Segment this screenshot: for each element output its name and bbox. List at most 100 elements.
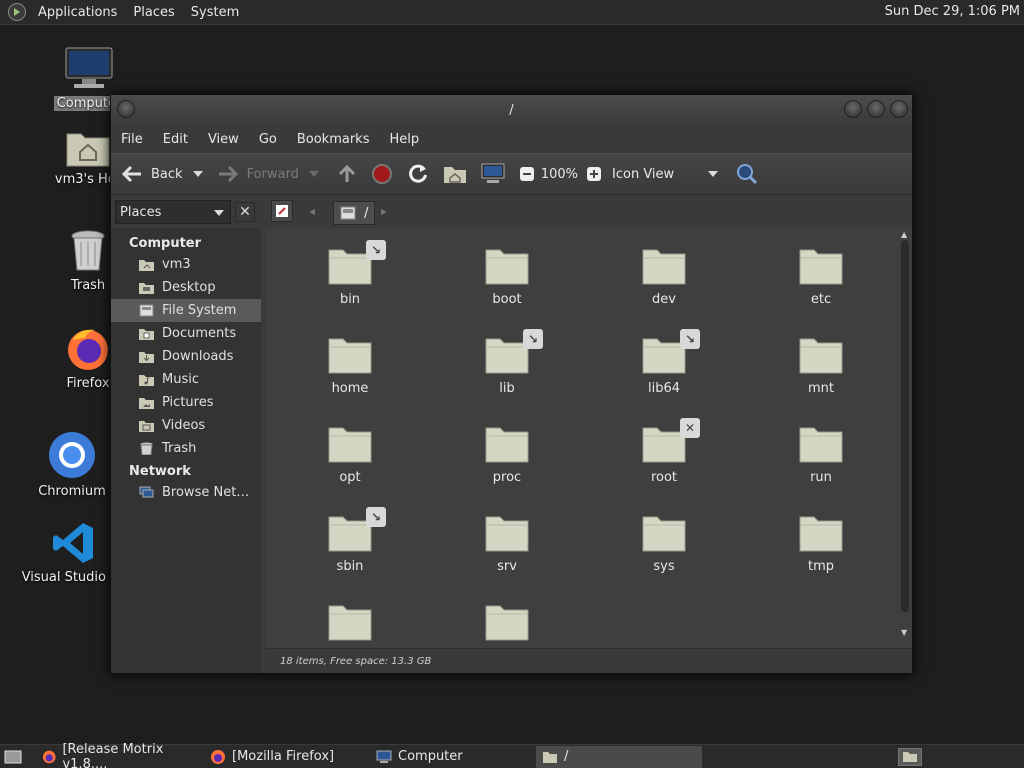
menu-edit[interactable]: Edit	[153, 132, 198, 147]
pictures-icon	[139, 398, 154, 409]
close-button[interactable]	[890, 100, 908, 118]
folder-item[interactable]	[447, 602, 567, 648]
close-sidebar-button[interactable]: ✕	[235, 202, 255, 222]
folder-item[interactable]: opt	[290, 424, 410, 485]
workspace-switcher[interactable]	[898, 748, 922, 766]
folder-icon	[799, 338, 843, 374]
taskbar-item-motrix[interactable]: [Release Motrix v1.8....	[36, 742, 204, 768]
taskbar-item-filesystem[interactable]: /	[536, 745, 702, 768]
sidebar-item-videos[interactable]: Videos	[111, 414, 261, 437]
folder-icon	[328, 427, 372, 463]
folder-icon	[485, 605, 529, 641]
folder-item[interactable]: run	[761, 424, 881, 485]
search-button[interactable]	[736, 163, 758, 185]
distro-logo-icon[interactable]	[8, 3, 26, 21]
menu-system[interactable]: System	[183, 5, 247, 20]
sidebar-item-label: Trash	[162, 441, 197, 456]
sidebar-item-trash[interactable]: Trash	[111, 437, 261, 460]
sidebar-item-label: Music	[162, 372, 199, 387]
home-button[interactable]	[443, 164, 467, 184]
sidebar-item-label: File System	[162, 303, 237, 318]
menu-go[interactable]: Go	[249, 132, 287, 147]
forward-history-dropdown[interactable]	[308, 171, 319, 177]
symlink-emblem-icon: ↘	[523, 329, 543, 349]
folder-item[interactable]: ↘ sbin	[290, 507, 410, 574]
folder-item[interactable]: dev	[604, 246, 724, 307]
chevron-down-icon	[708, 171, 719, 177]
window-menu-button[interactable]	[117, 100, 135, 118]
maximize-button[interactable]	[867, 100, 885, 118]
toggle-location-entry-button[interactable]	[271, 200, 293, 222]
sidebar-type-label: Places	[120, 204, 162, 220]
taskbar-item-firefox[interactable]: [Mozilla Firefox]	[204, 746, 370, 768]
sidebar-item-pictures[interactable]: Pictures	[111, 391, 261, 414]
home-folder-icon	[66, 133, 110, 167]
folder-item[interactable]: sys	[604, 513, 724, 574]
stop-button[interactable]	[371, 163, 393, 185]
back-button[interactable]: Back	[121, 165, 183, 183]
menu-places[interactable]: Places	[125, 5, 182, 20]
back-history-dropdown[interactable]	[192, 171, 203, 177]
close-icon: ✕	[239, 204, 251, 220]
minimize-button[interactable]	[844, 100, 862, 118]
folder-name: boot	[492, 292, 522, 307]
folder-item[interactable]: etc	[761, 246, 881, 307]
zoom-out-button[interactable]	[519, 166, 535, 182]
zoom-level[interactable]: 100%	[541, 167, 578, 182]
sidebar-item-desktop[interactable]: Desktop	[111, 276, 261, 299]
desktop-icon-vscode[interactable]: Visual Studio Cc	[22, 520, 126, 585]
taskbar-item-computer[interactable]: Computer	[370, 746, 536, 768]
scroll-down-arrow-icon[interactable]: ▼	[901, 628, 907, 637]
show-desktop-button[interactable]	[0, 746, 26, 768]
up-button[interactable]	[337, 164, 357, 184]
folder-item[interactable]: tmp	[761, 513, 881, 574]
folder-item[interactable]: mnt	[761, 335, 881, 396]
menu-applications[interactable]: Applications	[30, 5, 125, 20]
scrollbar-thumb[interactable]	[901, 240, 909, 612]
desktop-icon-chromium[interactable]: Chromium	[27, 430, 117, 499]
folder-item[interactable]: ✕ root	[604, 418, 724, 485]
menu-view[interactable]: View	[198, 132, 249, 147]
zoom-in-button[interactable]	[586, 166, 602, 182]
menu-help[interactable]: Help	[379, 132, 429, 147]
file-view[interactable]: ↘ bin boot dev etc home ↘ lib ↘ lib64 mnt opt proc ✕ r…	[266, 228, 912, 648]
back-label: Back	[151, 166, 183, 182]
vertical-scrollbar[interactable]: ▲ ▼	[900, 230, 910, 642]
folder-item[interactable]: ↘ lib	[447, 329, 567, 396]
window-titlebar[interactable]: /	[111, 95, 912, 125]
folder-item[interactable]: proc	[447, 424, 567, 485]
sidebar-item-downloads[interactable]: Downloads	[111, 345, 261, 368]
sidebar-item-file-system[interactable]: File System	[111, 299, 261, 322]
sidebar-item-label: vm3	[162, 257, 191, 272]
show-desktop-icon	[4, 750, 22, 763]
path-scroll-left-button[interactable]: ◂	[309, 204, 315, 218]
folder-item[interactable]: home	[290, 335, 410, 396]
folder-item[interactable]: ↘ bin	[290, 240, 410, 307]
folder-name: mnt	[808, 381, 834, 396]
sidebar-type-select[interactable]: Places	[115, 200, 231, 224]
folder-item[interactable]: boot	[447, 246, 567, 307]
sidebar-item-vm3[interactable]: vm3	[111, 253, 261, 276]
zoom-in-icon	[587, 167, 602, 181]
path-scroll-right-button[interactable]: ▸	[381, 204, 387, 218]
menu-bookmarks[interactable]: Bookmarks	[287, 132, 380, 147]
computer-button[interactable]	[481, 163, 505, 185]
sidebar-item-music[interactable]: Music	[111, 368, 261, 391]
clock[interactable]: Sun Dec 29, 1:06 PM	[885, 4, 1020, 19]
folder-item[interactable]: ↘ lib64	[604, 329, 724, 396]
scroll-up-arrow-icon[interactable]: ▲	[901, 230, 907, 239]
view-mode-select[interactable]: Icon View	[612, 167, 719, 182]
chevron-down-icon	[214, 210, 224, 216]
menubar: File Edit View Go Bookmarks Help	[111, 125, 912, 153]
path-button-root[interactable]: /	[333, 201, 376, 225]
menu-file[interactable]: File	[111, 132, 153, 147]
sidebar-item-documents[interactable]: Documents	[111, 322, 261, 345]
sidebar-item-browse-network[interactable]: Browse Net…	[111, 481, 261, 504]
desktop-icon-label: Chromium	[38, 484, 106, 499]
forward-button[interactable]: Forward	[217, 165, 299, 183]
folder-item[interactable]: srv	[447, 513, 567, 574]
sidebar-item-label: Downloads	[162, 349, 234, 364]
reload-button[interactable]	[407, 163, 429, 185]
folder-name: dev	[652, 292, 676, 307]
folder-item[interactable]	[290, 602, 410, 648]
